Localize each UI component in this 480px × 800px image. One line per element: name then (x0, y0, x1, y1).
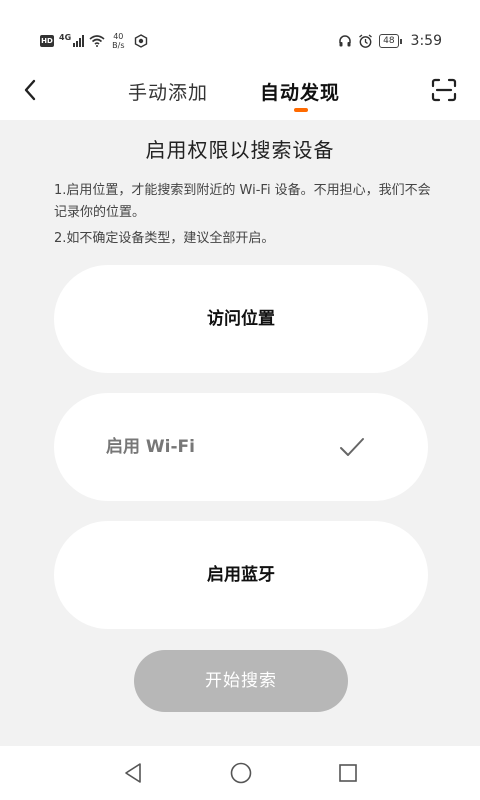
start-search-button[interactable]: 开始搜索 (134, 650, 348, 712)
status-bar: HD 4G 40 B/s 48 3:59 (0, 0, 480, 60)
tab-manual-add[interactable]: 手动添加 (128, 78, 208, 105)
system-nav-bar (0, 746, 480, 800)
permission-bluetooth-button[interactable]: 启用蓝牙 (54, 521, 428, 629)
status-left: HD 4G 40 B/s (40, 32, 148, 50)
network-type: 4G (59, 32, 72, 42)
status-right: 48 3:59 (338, 33, 442, 49)
permission-bluetooth-label: 启用蓝牙 (207, 565, 275, 585)
nav-back-button[interactable] (120, 760, 146, 786)
screen: HD 4G 40 B/s 48 3:59 手动添加 自动发现 启用权限以搜索设备… (0, 0, 480, 800)
nav-home-button[interactable] (228, 760, 254, 786)
back-button[interactable] (14, 74, 46, 106)
nav-recents-button[interactable] (335, 760, 361, 786)
active-tab-indicator (294, 108, 308, 112)
net-speed-value: 40 (113, 32, 124, 41)
permission-wifi-button[interactable]: 启用 Wi-Fi (54, 393, 428, 501)
square-recents-icon (339, 764, 357, 782)
permission-wifi-label: 启用 Wi-Fi (106, 437, 195, 457)
triangle-back-icon (125, 763, 141, 783)
wifi-icon (89, 35, 105, 47)
permission-location-label: 访问位置 (207, 309, 275, 329)
app-notification-icon (134, 34, 147, 48)
alarm-icon (359, 33, 372, 48)
net-speed-unit: B/s (112, 41, 125, 50)
scan-icon (431, 78, 457, 102)
signal-icon (73, 35, 85, 47)
chevron-left-icon (24, 79, 36, 101)
header: 手动添加 自动发现 (0, 60, 480, 120)
scan-button[interactable] (428, 74, 460, 106)
circle-home-icon (230, 762, 252, 784)
check-icon (340, 438, 364, 456)
clock: 3:59 (410, 33, 442, 49)
net-speed: 40 B/s (112, 32, 124, 50)
description-location: 1.启用位置，才能搜索到附近的 Wi-Fi 设备。不用担心，我们不会记录你的位置… (54, 183, 431, 220)
battery-icon: 48 (379, 34, 403, 48)
description-device-type: 2.如不确定设备类型，建议全部开启。 (54, 231, 275, 246)
headset-icon (339, 35, 351, 47)
hd-badge: HD (40, 35, 54, 47)
page-title: 启用权限以搜索设备 (145, 138, 335, 162)
tab-auto-discover[interactable]: 自动发现 (260, 78, 340, 105)
permission-location-button[interactable]: 访问位置 (54, 265, 428, 373)
